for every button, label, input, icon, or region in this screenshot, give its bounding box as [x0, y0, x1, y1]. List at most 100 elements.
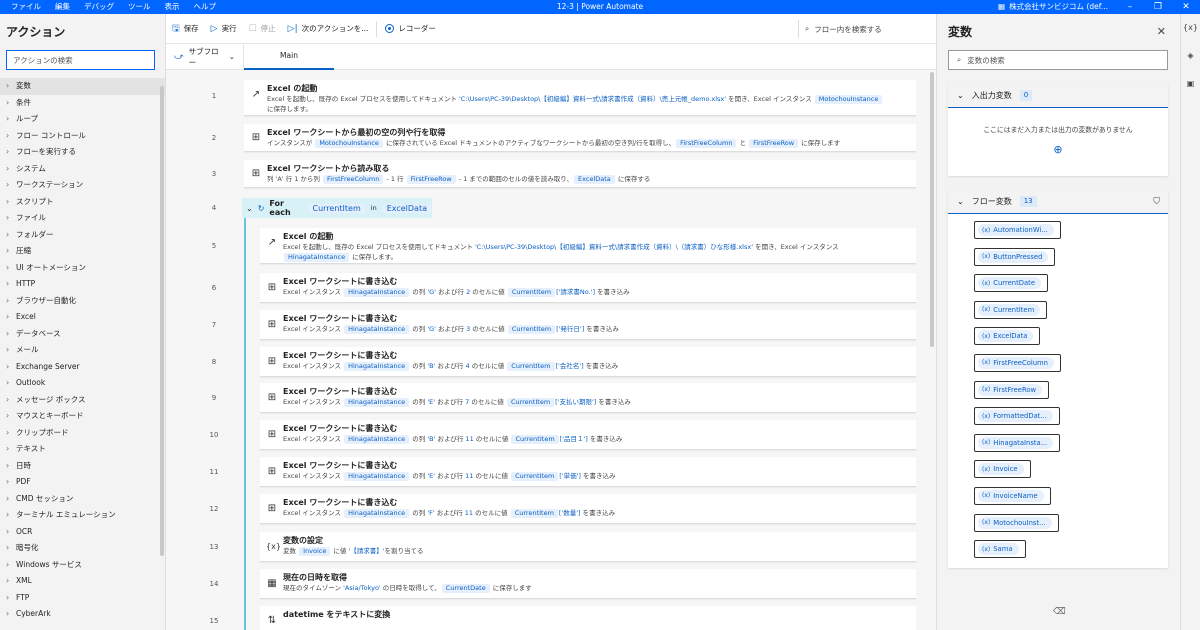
action-card[interactable]: ⊞ Excel ワークシートに書き込む Excel インスタンス HinagataI…	[260, 420, 916, 451]
chevron-down-icon[interactable]: ⌄	[246, 204, 253, 213]
flow-variable-chip[interactable]: (x) InvoiceName	[974, 486, 1051, 505]
actions-search-input[interactable]: アクションの検索	[6, 50, 155, 70]
action-card[interactable]: ⊞ Excel ワークシートに書き込む Excel インスタンス HinagataI…	[260, 383, 916, 414]
menu-item[interactable]: ファイル	[4, 0, 48, 14]
desc-text: Excel インスタンス	[283, 361, 344, 370]
tab-main[interactable]: Main	[244, 44, 334, 70]
flow-search-input[interactable]: ⌕ フロー内を検索する	[798, 20, 918, 38]
subflow-dropdown[interactable]: ⤻ サブフロー ⌄	[166, 43, 244, 70]
action-category-item[interactable]: › ワークステーション	[0, 177, 165, 194]
menu-item[interactable]: デバッグ	[77, 0, 121, 14]
action-category-item[interactable]: › メール	[0, 342, 165, 359]
flow-variable-chip[interactable]: (x) ExcelData	[974, 327, 1041, 346]
category-label: 条件	[16, 97, 31, 107]
add-variable-icon[interactable]: ⊕	[948, 143, 1168, 156]
action-card[interactable]: ⊞ Excel ワークシートに書き込む Excel インスタンス HinagataI…	[260, 273, 916, 303]
action-category-item[interactable]: › ブラウザー自動化	[0, 293, 165, 310]
action-category-item[interactable]: › CMD セッション	[0, 491, 165, 508]
restore-icon[interactable]: ❐	[1144, 0, 1172, 14]
actions-scrollbar[interactable]	[160, 86, 164, 556]
action-category-item[interactable]: › スクリプト	[0, 194, 165, 211]
action-category-item[interactable]: › ターミナル エミュレーション	[0, 507, 165, 524]
action-category-item[interactable]: › データベース	[0, 326, 165, 343]
flow-variable-chip[interactable]: (x) Invoice	[974, 460, 1031, 479]
action-category-item[interactable]: › Windows サービス	[0, 557, 165, 574]
action-card[interactable]: ⇅ datetime をテキストに変換	[260, 606, 916, 630]
run-button[interactable]: ▷ 実行	[205, 23, 243, 34]
canvas-scrollbar[interactable]	[930, 72, 934, 347]
action-category-item[interactable]: › XML	[0, 573, 165, 590]
action-category-item[interactable]: › UI オートメーション	[0, 260, 165, 277]
flow-variable-chip[interactable]: (x) FirstFreeRow	[974, 380, 1050, 399]
action-category-item[interactable]: › PDF	[0, 474, 165, 491]
action-card[interactable]: ▦ 現在の日時を取得 現在のタイムゾーン 'Asia/Tokyo' の日時を取得…	[260, 569, 916, 599]
action-card[interactable]: ⊞ Excel ワークシートに書き込む Excel インスタンス HinagataI…	[260, 457, 916, 487]
action-card[interactable]: ↗ Excel の起動 Excel を起動し、既存の Excel プロセスを使用…	[260, 228, 916, 264]
flow-variables-header[interactable]: ⌄ フロー変数 13 ⛉	[948, 190, 1168, 214]
flow-variable-chip[interactable]: (x) FirstFreeColumn	[974, 353, 1061, 372]
action-category-item[interactable]: › マウスとキーボード	[0, 408, 165, 425]
action-category-item[interactable]: › ファイル	[0, 210, 165, 227]
action-card[interactable]: ⊞ Excel ワークシートに書き込む Excel インスタンス HinagataI…	[260, 309, 916, 340]
menu-item[interactable]: 表示	[158, 0, 187, 14]
action-category-item[interactable]: › クリップボード	[0, 425, 165, 442]
action-category-item[interactable]: › Exchange Server	[0, 359, 165, 376]
variables-search-input[interactable]: ⌕ 変数の検索	[948, 50, 1168, 70]
io-variables-count: 0	[1019, 90, 1033, 101]
images-icon[interactable]: ▣	[1181, 70, 1200, 98]
action-category-item[interactable]: › OCR	[0, 524, 165, 541]
action-card[interactable]: ⊞ Excel ワークシートに書き込む Excel インスタンス HinagataI…	[260, 493, 916, 524]
minimize-icon[interactable]: –	[1116, 0, 1144, 14]
action-category-item[interactable]: › CyberArk	[0, 606, 165, 623]
account-menu[interactable]: ▦ 株式会社サンビジコム (def...	[998, 0, 1108, 14]
layers-icon[interactable]: ◈	[1181, 42, 1200, 70]
menu-item[interactable]: ツール	[121, 0, 158, 14]
filter-icon[interactable]: ⛉	[1153, 197, 1160, 207]
action-card[interactable]: ↗ Excel の起動 Excel を起動し、既存の Excel プロセスを使用…	[244, 80, 916, 116]
flow-variable-chip[interactable]: (x) CurrentItem	[974, 300, 1048, 319]
flow-variable-chip[interactable]: (x) MotochouInst...	[974, 513, 1059, 532]
flow-variable-chip[interactable]: (x) Sama	[974, 540, 1026, 559]
io-variables-header[interactable]: ⌄ 入出力変数 0	[948, 84, 1168, 108]
variable-token: HinagataInstance	[344, 508, 410, 518]
desc-text: 変数	[283, 547, 299, 555]
action-card[interactable]: {x} 変数の設定 変数 Invoice に値 '【請求書】'を割り当てる	[260, 532, 916, 562]
action-category-item[interactable]: › 圧縮	[0, 243, 165, 260]
eraser-icon[interactable]: ⌫	[1053, 607, 1066, 617]
action-category-item[interactable]: › 日時	[0, 458, 165, 475]
action-category-item[interactable]: › フローを実行する	[0, 144, 165, 161]
action-category-item[interactable]: › 変数	[0, 78, 165, 95]
action-category-item[interactable]: › Outlook	[0, 375, 165, 392]
action-category-item[interactable]: › HTTP	[0, 276, 165, 293]
action-category-item[interactable]: › システム	[0, 161, 165, 178]
flow-variable-chip[interactable]: (x) FormattedDat...	[974, 407, 1060, 426]
menu-item[interactable]: 編集	[48, 0, 77, 14]
foreach-block-header[interactable]: ⌄ ↻ For each CurrentItem in ExcelData	[242, 198, 432, 218]
action-category-item[interactable]: › Excel	[0, 309, 165, 326]
action-category-item[interactable]: › FTP	[0, 590, 165, 607]
action-category-item[interactable]: › メッセージ ボックス	[0, 392, 165, 409]
flow-variable-chip[interactable]: (x) CurrentDate	[974, 274, 1049, 293]
menu-item[interactable]: ヘルプ	[187, 0, 224, 14]
close-window-icon[interactable]: ✕	[1172, 0, 1200, 14]
flow-variable-chip[interactable]: (x) HinagataInsta...	[974, 433, 1061, 452]
action-category-item[interactable]: › フォルダー	[0, 227, 165, 244]
flow-variable-chip[interactable]: (x) AutomationWi...	[974, 221, 1061, 239]
action-card[interactable]: ⊞ Excel ワークシートに書き込む Excel インスタンス HinagataI…	[260, 346, 916, 377]
action-card[interactable]: ⊞ Excel ワークシートから最初の空の列や行を取得 インスタンスが Moto…	[244, 124, 916, 152]
action-description: Excel インスタンス HinagataInstance の列 'B' および…	[283, 361, 896, 371]
action-category-item[interactable]: › 暗号化	[0, 540, 165, 557]
action-category-item[interactable]: › ループ	[0, 111, 165, 128]
run-next-action-button[interactable]: ▷| 次のアクションを...	[282, 23, 375, 34]
save-button[interactable]: 🖫 保存	[166, 21, 205, 37]
action-category-item[interactable]: › 条件	[0, 95, 165, 112]
action-category-item[interactable]: › フロー コントロール	[0, 128, 165, 145]
action-category-item[interactable]: › テキスト	[0, 441, 165, 458]
flow-variable-chip[interactable]: (x) ButtonPressed	[974, 247, 1056, 266]
recorder-button[interactable]: レコーダー	[379, 23, 442, 34]
close-icon[interactable]: ✕	[1157, 25, 1166, 38]
variables-icon[interactable]: {x}	[1181, 14, 1200, 42]
action-card[interactable]: ⊞ Excel ワークシートから読み取る 列 'A' 行 1 から列 First…	[244, 160, 916, 188]
stop-button[interactable]: ☐ 停止	[243, 23, 282, 34]
desc-text: を割り当てる	[384, 547, 424, 555]
